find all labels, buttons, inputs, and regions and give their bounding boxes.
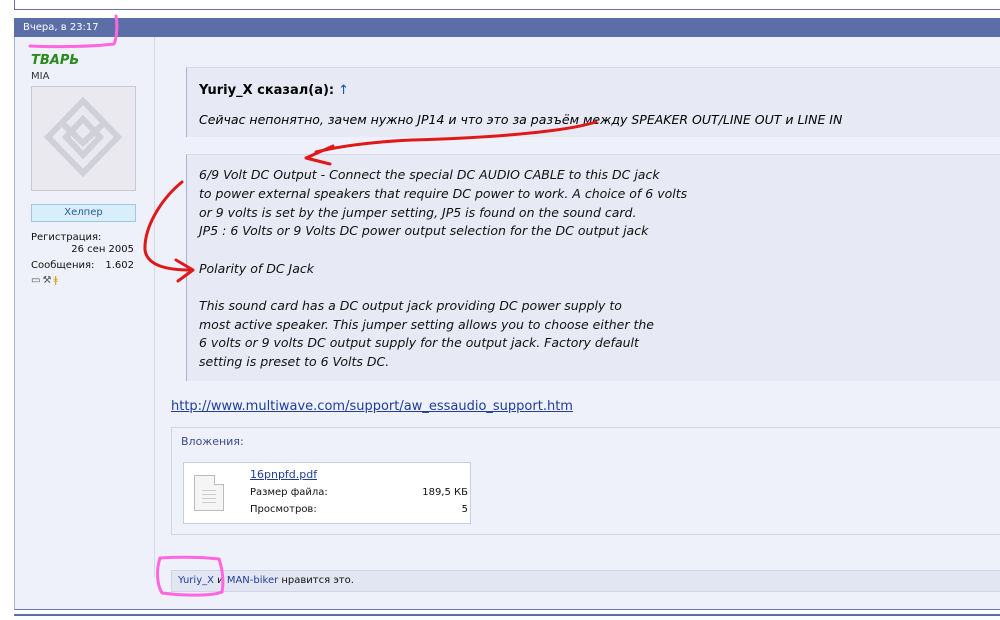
views-label: Просмотров:	[250, 504, 317, 515]
avatar-logo-icon	[43, 96, 123, 178]
size-label: Размер файла:	[250, 487, 328, 498]
likes-suffix: нравится это.	[278, 575, 354, 586]
block-line: most active speaker. This jumper setting…	[199, 317, 654, 332]
jump-to-quote-icon[interactable]: ↑	[338, 83, 349, 98]
attachment-filename-link[interactable]: 16pnpfd.pdf	[250, 468, 317, 481]
username-link[interactable]: ТВАРЬ	[31, 53, 79, 68]
attachment-item: 16pnpfd.pdf Размер файла: 189,5 КБ Просм…	[183, 462, 471, 524]
post-header: Вчера, в 23:17	[14, 18, 1000, 37]
block-line: or 9 volts is set by the jumper setting,…	[199, 205, 637, 220]
block-line: 6 volts or 9 volts DC output supply for …	[199, 335, 639, 350]
attachments-panel: Вложения: 16pnpfd.pdf Размер файла: 189,…	[171, 427, 1000, 535]
pasted-text-block: 6/9 Volt DC Output - Connect the special…	[186, 154, 1000, 381]
block-line: setting is preset to 6 Volts DC.	[199, 354, 390, 369]
attachment-size-row: Размер файла: 189,5 КБ	[250, 487, 468, 498]
user-info-column: ТВАРЬ MIA Хелпер Регистрация: 26 сен 200…	[15, 37, 155, 577]
size-value: 189,5 КБ	[422, 487, 468, 498]
likes-conjunction: и	[213, 575, 227, 586]
support-link[interactable]: http://www.multiwave.com/support/aw_essa…	[171, 399, 573, 414]
registration-date: 26 сен 2005	[71, 244, 134, 255]
messages-label: Сообщения:	[31, 260, 95, 271]
next-post-edge	[14, 614, 1000, 620]
block-line: JP5 : 6 Volts or 9 Volts DC power output…	[199, 223, 649, 238]
block-line: 6/9 Volt DC Output - Connect the special…	[199, 167, 660, 182]
pdf-file-icon[interactable]	[194, 475, 224, 511]
views-value: 5	[461, 504, 468, 515]
like-user-link[interactable]: MAN-biker	[227, 575, 278, 586]
post-timestamp: Вчера, в 23:17	[23, 22, 99, 33]
block-line: Polarity of DC Jack	[199, 261, 315, 276]
quote-author-name: Yuriy_X сказал(а):	[199, 83, 335, 98]
quote-author: Yuriy_X сказал(а): ↑	[199, 83, 349, 98]
messages-count: 1.602	[105, 260, 134, 271]
attachment-views-row: Просмотров: 5	[250, 504, 468, 515]
hammer-icon[interactable]: ⚒	[42, 275, 51, 286]
registration-label: Регистрация:	[31, 232, 102, 243]
key-icon[interactable]: ǂ	[53, 275, 58, 286]
avatar[interactable]	[31, 86, 136, 191]
quote-block: Yuriy_X сказал(а): ↑ Сейчас непонятно, за…	[186, 67, 1000, 137]
likes-bar: Yuriy_X и MAN-biker нравится это.	[171, 570, 1000, 592]
quote-text: Сейчас непонятно, зачем нужно JP14 и что…	[199, 112, 843, 127]
user-title: MIA	[31, 71, 50, 82]
attachments-title: Вложения:	[181, 435, 244, 448]
post-body: ТВАРЬ MIA Хелпер Регистрация: 26 сен 200…	[14, 37, 1000, 610]
trophy-icons: ▭ ⚒ ǂ	[31, 275, 58, 286]
like-user-link[interactable]: Yuriy_X	[178, 575, 214, 586]
block-line: to power external speakers that require …	[199, 186, 688, 201]
previous-post-edge	[14, 0, 1000, 10]
book-icon[interactable]: ▭	[31, 275, 40, 286]
user-rank-badge: Хелпер	[31, 204, 136, 222]
block-line: This sound card has a DC output jack pro…	[199, 298, 622, 313]
